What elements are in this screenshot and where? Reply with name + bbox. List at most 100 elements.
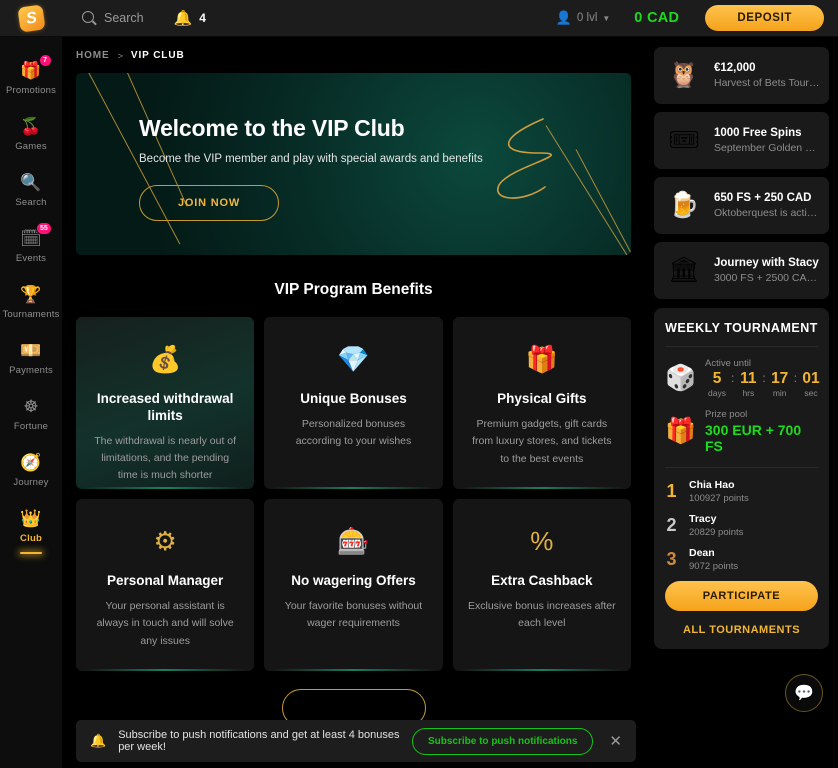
sidebar-item-tournaments[interactable]: 🏆 Tournaments — [0, 275, 62, 331]
sidebar-item-club[interactable]: 👑 Club — [0, 499, 62, 565]
leaderboard-rank: 2 — [666, 515, 677, 536]
breadcrumb: HOME > VIP CLUB — [62, 37, 645, 61]
subscribe-push-button[interactable]: Subscribe to push notifications — [411, 727, 594, 755]
benefit-card[interactable]: 💎 Unique Bonuses Personalized bonuses acco… — [264, 317, 443, 489]
breadcrumb-home[interactable]: HOME — [76, 50, 110, 61]
breadcrumb-separator: > — [117, 50, 123, 61]
promo-title: 650 FS + 250 CAD — [714, 192, 812, 204]
benefit-card-title: Physical Gifts — [497, 391, 587, 406]
hero-banner: Welcome to the VIP Club Become the VIP m… — [76, 73, 631, 255]
leaderboard-row: 2 Tracy 20829 points — [665, 513, 818, 538]
close-icon[interactable]: ✕ — [605, 732, 622, 750]
gear-icon: ⚙ — [153, 525, 177, 556]
benefit-card-title: Personal Manager — [107, 573, 224, 588]
benefit-card-description: Your favorite bonuses without wager requ… — [284, 599, 423, 630]
calendar-icon: 🗓 55 — [20, 222, 52, 248]
benefit-card-title: Extra Cashback — [491, 573, 593, 588]
leaderboard-rank: 3 — [666, 549, 677, 570]
leaderboard-rank: 1 — [666, 481, 677, 502]
sidebar-item-events[interactable]: 🗓 55 Events — [0, 219, 62, 275]
sidebar-badge: 55 — [36, 222, 52, 235]
compass-icon: 🧭 — [20, 452, 42, 472]
money-bag-icon: 💰 — [148, 343, 182, 374]
active-indicator — [20, 552, 42, 554]
all-tournaments-link[interactable]: ALL TOURNAMENTS — [665, 624, 818, 636]
right-sidebar: 🦉 €12,000 Harvest of Bets Tourname… 🎟 1000 F… — [645, 37, 838, 768]
countdown-separator: : — [793, 371, 798, 386]
chat-bubble-icon[interactable]: 💬 — [785, 674, 823, 712]
search-icon — [82, 11, 96, 25]
join-now-button[interactable]: JOIN NOW — [139, 185, 280, 221]
header-search[interactable]: Search — [82, 11, 144, 25]
participate-button[interactable]: PARTICIPATE — [665, 581, 818, 612]
benefit-card-title: No wagering Offers — [291, 573, 416, 588]
benefit-card-description: Premium gadgets, gift cards from luxury … — [472, 417, 612, 465]
leaderboard-points: 9072 points — [689, 561, 739, 573]
slot-777-icon: 🎰 — [337, 525, 370, 556]
sidebar-badge: 7 — [38, 54, 52, 67]
crown-icon: 👑 — [20, 508, 42, 528]
sidebar-item-label: Games — [15, 141, 47, 152]
hero-title: Welcome to the VIP Club — [139, 115, 405, 141]
benefit-card[interactable]: 🎰 No wagering Offers Your favorite bonuses… — [264, 499, 443, 671]
countdown-value: 01 — [802, 370, 820, 387]
gift-icon: 🎁 — [665, 417, 697, 446]
sidebar-item-label: Promotions — [5, 85, 57, 96]
benefit-card-description: Personalized bonuses according to your w… — [295, 417, 412, 448]
promo-subtitle: 3000 FS + 2500 CAD + 20… — [714, 272, 820, 284]
tournament-heading: WEEKLY TOURNAMENT — [665, 321, 818, 347]
benefit-card[interactable]: % Extra Cashback Exclusive bonus increases… — [452, 499, 631, 671]
promo-list: 🦉 €12,000 Harvest of Bets Tourname… 🎟 1000 F… — [654, 47, 829, 299]
dice-icon: 🎲 — [665, 363, 697, 392]
benefit-card-title: Increased withdrawal limits — [96, 391, 234, 423]
header-right: 👤 0 lvl ▼ 0 CAD DEPOSIT — [556, 5, 838, 31]
sidebar-item-label: Payments — [9, 365, 53, 376]
countdown-unit-label: days — [708, 388, 726, 399]
promo-card[interactable]: 🦉 €12,000 Harvest of Bets Tourname… — [654, 47, 829, 104]
benefit-card[interactable]: ⚙ Personal Manager Your personal assistant… — [76, 499, 255, 671]
sidebar-item-label: Tournaments — [2, 309, 60, 320]
benefits-card-grid: 💰 Increased withdrawal limits The withdraw… — [62, 299, 645, 671]
sidebar-item-journey[interactable]: 🧭 Journey — [0, 443, 62, 499]
brand-logo[interactable]: S — [0, 3, 62, 33]
left-sidebar: 🎁 7 Promotions 🍒 Games 🔍 Search 🗓 55 Events 🏆 Tourn… — [0, 37, 62, 768]
banknotes-icon: 💴 — [20, 340, 42, 360]
sidebar-item-games[interactable]: 🍒 Games — [0, 107, 62, 163]
sidebar-item-fortune[interactable]: ☸ Fortune — [0, 387, 62, 443]
header-search-label: Search — [104, 11, 144, 25]
diamond-icon: 💎 — [337, 343, 370, 374]
leaderboard: 1 Chia Hao 100927 points 2 Tracy 20829 points… — [665, 467, 818, 572]
promo-title: 1000 Free Spins — [714, 127, 802, 139]
promo-artwork: 🍺 — [668, 191, 700, 219]
top-header: S Search 🔔 4 👤 0 lvl ▼ 0 CAD DEPOSIT — [0, 0, 838, 37]
promo-card[interactable]: 🍺 650 FS + 250 CAD Oktoberquest is active … — [654, 177, 829, 234]
promo-subtitle: Harvest of Bets Tourname… — [714, 77, 820, 89]
sidebar-item-search[interactable]: 🔍 Search — [0, 163, 62, 219]
sidebar-item-payments[interactable]: 💴 Payments — [0, 331, 62, 387]
brand-squiggle-icon — [496, 118, 552, 199]
promo-card[interactable]: 🎟 1000 Free Spins September Golden Lottery — [654, 112, 829, 169]
push-message: Subscribe to push notifications and get … — [118, 729, 400, 753]
prize-pool-label: Prize pool — [705, 409, 748, 421]
chevron-down-icon: ▼ — [602, 13, 611, 23]
bell-icon: 🔔 — [90, 733, 107, 748]
deposit-button[interactable]: DEPOSIT — [705, 5, 824, 31]
leaderboard-name: Dean — [689, 547, 715, 560]
benefit-card[interactable]: 💰 Increased withdrawal limits The withdraw… — [76, 317, 255, 489]
active-until-label: Active until — [705, 358, 751, 369]
countdown-value: 17 — [771, 370, 789, 387]
wheel-icon: ☸ — [23, 396, 39, 416]
weekly-tournament-panel: WEEKLY TOURNAMENT 🎲 Active until 5 days:1… — [654, 308, 829, 650]
sidebar-item-promotions[interactable]: 🎁 7 Promotions — [0, 51, 62, 107]
benefit-card[interactable]: 🎁 Physical Gifts Premium gadgets, gift car… — [452, 317, 631, 489]
countdown-unit: 17 min — [768, 370, 792, 398]
user-menu[interactable]: 👤 0 lvl ▼ — [556, 10, 611, 26]
leaderboard-name: Tracy — [689, 513, 717, 526]
promo-card[interactable]: 🏛 Journey with Stacy 3000 FS + 2500 CAD + … — [654, 242, 829, 299]
header-notifications[interactable]: 🔔 4 — [174, 11, 206, 26]
leaderboard-row: 3 Dean 9072 points — [665, 547, 818, 572]
leaderboard-points: 20829 points — [689, 527, 744, 539]
countdown-unit-label: min — [772, 388, 787, 399]
tournament-prize-row: 🎁 Prize pool 300 EUR + 700 FS — [665, 409, 818, 454]
sidebar-item-label: Fortune — [13, 421, 49, 432]
